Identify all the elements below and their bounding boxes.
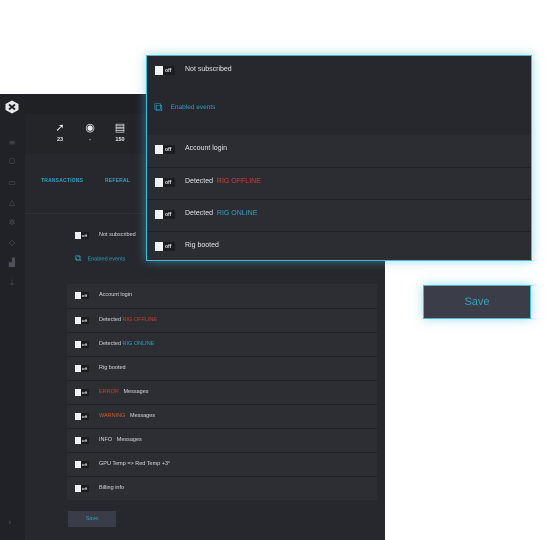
tag-icon[interactable]: ◇: [7, 238, 17, 248]
chevron-right-icon[interactable]: ›: [8, 518, 12, 528]
toggle-switch[interactable]: off: [75, 485, 89, 492]
item-label: Detected RIG ONLINE: [185, 210, 258, 217]
calendar-check-icon: ⧉: [75, 254, 82, 264]
toggle-switch[interactable]: off: [75, 461, 89, 468]
list-item-account-login[interactable]: off Account login: [67, 284, 377, 308]
item-label: ERROR Messages: [99, 389, 149, 395]
toggle-switch[interactable]: off: [75, 365, 89, 372]
calendar-check-icon: ⧉: [154, 100, 163, 114]
list-item-warning[interactable]: off WARNING Messages: [67, 404, 377, 428]
logo-icon: [5, 100, 19, 114]
notification-popup: off Not subscribed ⧉ Enabled events off A…: [146, 55, 532, 261]
toggle-switch[interactable]: off: [155, 145, 175, 154]
list-item-error[interactable]: off ERROR Messages: [67, 380, 377, 404]
tab-referal[interactable]: REFERAL: [105, 178, 130, 184]
toggle-switch[interactable]: off: [75, 341, 89, 348]
fan-icon: ◉: [85, 121, 95, 134]
item-label: Rig booted: [99, 365, 126, 371]
gpu-icon: ▤: [114, 121, 126, 134]
bell-icon[interactable]: △: [7, 198, 17, 208]
user-icon[interactable]: ○: [7, 156, 17, 166]
popup-row-rig-offline[interactable]: off Detected RIG OFFLINE: [147, 167, 531, 199]
toggle-switch[interactable]: off: [75, 232, 89, 239]
icon-sidebar: ≡ ○ ▭ △ ✲ ◇ ▟ ⤓ ›: [0, 94, 25, 540]
item-label: GPU Temp => Red Temp +3°: [99, 461, 171, 467]
list-item-billing[interactable]: off Billing info: [67, 476, 377, 500]
save-button-small[interactable]: Save: [68, 511, 116, 527]
item-label: Not subscribed: [99, 232, 136, 238]
list-item-rig-online[interactable]: off Detected RIG ONLINE: [67, 332, 377, 356]
arrow-up-right-icon: ➚: [55, 121, 65, 134]
item-label: Not subscribed: [185, 66, 232, 73]
item-label: Account login: [99, 292, 133, 298]
toggle-switch[interactable]: off: [155, 210, 175, 219]
list-item-info[interactable]: off INFO Messages: [67, 428, 377, 452]
enabled-events-heading: ⧉ Enabled events: [154, 100, 216, 114]
toggle-switch[interactable]: off: [75, 437, 89, 444]
toggle-switch[interactable]: off: [155, 178, 175, 187]
item-label: INFO Messages: [99, 437, 142, 443]
folder-icon[interactable]: ▭: [7, 178, 17, 188]
stat-fans: ◉ -: [75, 121, 105, 144]
stat-value: -: [89, 137, 91, 143]
toggle-switch[interactable]: off: [75, 292, 89, 299]
item-label: Detected RIG OFFLINE: [185, 178, 261, 185]
item-label: Detected RIG OFFLINE: [99, 317, 158, 323]
list-item-gpu-temp[interactable]: off GPU Temp => Red Temp +3°: [67, 452, 377, 476]
list-item-rig-offline[interactable]: off Detected RIG OFFLINE: [67, 308, 377, 332]
list-icon[interactable]: ≡: [7, 138, 17, 148]
item-label: Rig booted: [185, 242, 219, 249]
toggle-switch[interactable]: off: [155, 66, 175, 75]
toggle-switch[interactable]: off: [75, 389, 89, 396]
stat-gpu: ▤ 150: [105, 121, 135, 144]
popup-row-account-login[interactable]: off Account login: [147, 135, 531, 167]
chart-icon[interactable]: ▟: [7, 258, 17, 268]
enabled-events-heading: ⧉ Enabled events: [75, 254, 126, 264]
item-label: WARNING Messages: [99, 413, 156, 419]
item-label: Detected RIG ONLINE: [99, 341, 155, 347]
toggle-switch[interactable]: off: [75, 413, 89, 420]
stat-value: 150: [115, 137, 125, 143]
popup-row-not-subscribed[interactable]: off Not subscribed: [147, 56, 531, 88]
list-item-rig-booted[interactable]: off Rig booted: [67, 356, 377, 380]
popup-row-rig-online[interactable]: off Detected RIG ONLINE: [147, 199, 531, 231]
toggle-switch[interactable]: off: [155, 242, 175, 251]
popup-row-rig-booted[interactable]: off Rig booted: [147, 231, 531, 260]
stat-hashrate: ➚ 23: [45, 121, 75, 144]
save-button[interactable]: Save: [423, 285, 531, 319]
item-label: Account login: [185, 145, 228, 152]
stat-value: 23: [56, 137, 64, 143]
toggle-switch[interactable]: off: [75, 317, 89, 324]
item-label: Billing info: [99, 485, 125, 491]
tab-transactions[interactable]: TRANSACTIONS: [41, 178, 83, 184]
gear-icon[interactable]: ✲: [7, 218, 17, 228]
download-icon[interactable]: ⤓: [7, 278, 17, 288]
